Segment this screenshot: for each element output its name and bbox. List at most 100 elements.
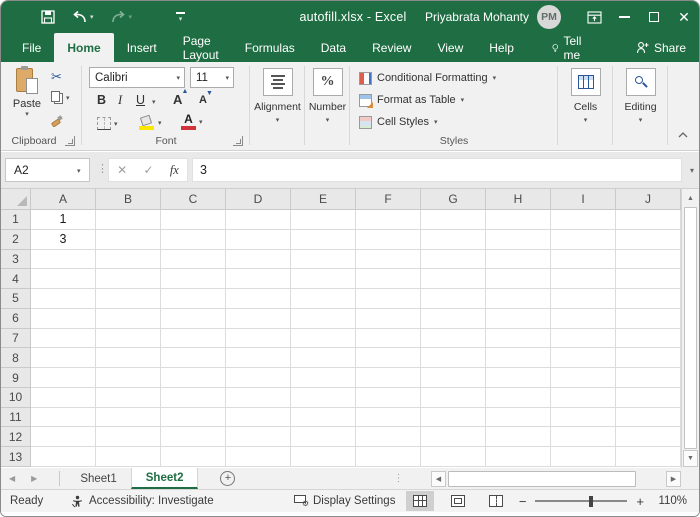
cell-F10[interactable]: [356, 387, 421, 408]
tab-review[interactable]: Review: [359, 33, 424, 62]
font-size-combobox[interactable]: 11 ▾: [190, 67, 234, 88]
page-layout-view-button[interactable]: [444, 491, 472, 511]
cell-E10[interactable]: [291, 387, 356, 408]
cell-J11[interactable]: [616, 407, 681, 428]
cell-F12[interactable]: [356, 427, 421, 448]
cell-E6[interactable]: [291, 308, 356, 329]
cell-A7[interactable]: [31, 328, 96, 349]
column-header-H[interactable]: H: [486, 189, 551, 210]
cell-G13[interactable]: [421, 447, 486, 467]
cell-E5[interactable]: [291, 289, 356, 309]
cell-G9[interactable]: [421, 368, 486, 388]
cell-H9[interactable]: [486, 368, 551, 388]
cell-H11[interactable]: [486, 407, 551, 428]
cell-J3[interactable]: [616, 249, 681, 270]
cell-B1[interactable]: [96, 210, 161, 230]
cell-E3[interactable]: [291, 249, 356, 270]
cell-J10[interactable]: [616, 387, 681, 408]
cell-J1[interactable]: [616, 210, 681, 230]
tab-formulas[interactable]: Formulas: [232, 33, 308, 62]
cell-G2[interactable]: [421, 229, 486, 250]
cell-I12[interactable]: [551, 427, 616, 448]
scroll-down-button[interactable]: ▼: [683, 450, 698, 467]
cell-C13[interactable]: [161, 447, 226, 467]
tab-home[interactable]: Home: [54, 33, 114, 62]
row-header-5[interactable]: 5: [1, 289, 31, 309]
cell-G6[interactable]: [421, 308, 486, 329]
font-family-combobox[interactable]: Calibri ▾: [89, 67, 185, 88]
cell-H8[interactable]: [486, 348, 551, 369]
italic-button[interactable]: I: [118, 93, 122, 108]
row-header-10[interactable]: 10: [1, 387, 31, 408]
cell-A12[interactable]: [31, 427, 96, 448]
cancel-entry-icon[interactable]: ✕: [117, 163, 127, 177]
tab-file[interactable]: File: [9, 33, 54, 62]
conditional-formatting-button[interactable]: Conditional Formatting ▾: [359, 69, 496, 87]
select-all-corner[interactable]: [1, 189, 31, 210]
alignment-group-button[interactable]: Alignment ▾: [251, 62, 304, 151]
cell-D10[interactable]: [226, 387, 291, 408]
row-header-6[interactable]: 6: [1, 308, 31, 329]
cell-H6[interactable]: [486, 308, 551, 329]
cell-I7[interactable]: [551, 328, 616, 349]
cell-F1[interactable]: [356, 210, 421, 230]
cell-E12[interactable]: [291, 427, 356, 448]
cell-B4[interactable]: [96, 269, 161, 290]
chevron-down-icon[interactable]: ▾: [90, 13, 94, 21]
cell-H2[interactable]: [486, 229, 551, 250]
column-header-J[interactable]: J: [616, 189, 681, 210]
cell-F8[interactable]: [356, 348, 421, 369]
cell-B6[interactable]: [96, 308, 161, 329]
zoom-in-button[interactable]: +: [636, 494, 644, 509]
row-header-3[interactable]: 3: [1, 249, 31, 270]
cell-C8[interactable]: [161, 348, 226, 369]
tab-data[interactable]: Data: [308, 33, 359, 62]
cell-A2[interactable]: 3: [31, 229, 96, 250]
cell-F3[interactable]: [356, 249, 421, 270]
borders-button[interactable]: ▾: [97, 117, 118, 130]
cell-C7[interactable]: [161, 328, 226, 349]
cell-F4[interactable]: [356, 269, 421, 290]
cell-D3[interactable]: [226, 249, 291, 270]
cell-D6[interactable]: [226, 308, 291, 329]
format-painter-button[interactable]: [51, 114, 64, 127]
cell-B8[interactable]: [96, 348, 161, 369]
cell-A6[interactable]: [31, 308, 96, 329]
bold-button[interactable]: B: [97, 93, 106, 107]
cell-J7[interactable]: [616, 328, 681, 349]
cell-I5[interactable]: [551, 289, 616, 309]
cell-C10[interactable]: [161, 387, 226, 408]
redo-button[interactable]: ▾: [110, 10, 132, 24]
horizontal-scrollbar-thumb[interactable]: [448, 471, 636, 487]
cell-E7[interactable]: [291, 328, 356, 349]
cell-H5[interactable]: [486, 289, 551, 309]
share-button[interactable]: Share: [625, 33, 697, 62]
cell-G1[interactable]: [421, 210, 486, 230]
maximize-button[interactable]: [639, 1, 669, 33]
row-header-12[interactable]: 12: [1, 427, 31, 448]
cell-J6[interactable]: [616, 308, 681, 329]
cell-J2[interactable]: [616, 229, 681, 250]
font-dialog-launcher[interactable]: [233, 136, 243, 146]
confirm-entry-icon[interactable]: ✓: [143, 163, 153, 177]
cell-F11[interactable]: [356, 407, 421, 428]
format-as-table-button[interactable]: Format as Table ▾: [359, 91, 464, 109]
next-sheet-button[interactable]: ▶: [23, 468, 45, 489]
column-header-I[interactable]: I: [551, 189, 616, 210]
formula-bar-input[interactable]: [192, 158, 682, 182]
zoom-out-button[interactable]: −: [519, 494, 527, 509]
cell-A9[interactable]: [31, 368, 96, 388]
user-name[interactable]: Priyabrata Mohanty: [425, 10, 529, 24]
cell-J9[interactable]: [616, 368, 681, 388]
cell-J4[interactable]: [616, 269, 681, 290]
row-header-9[interactable]: 9: [1, 368, 31, 388]
column-header-A[interactable]: A: [31, 189, 96, 210]
clipboard-dialog-launcher[interactable]: [65, 136, 75, 146]
cell-I6[interactable]: [551, 308, 616, 329]
collapse-ribbon-button[interactable]: [677, 130, 689, 142]
cell-G11[interactable]: [421, 407, 486, 428]
cell-F7[interactable]: [356, 328, 421, 349]
cell-I9[interactable]: [551, 368, 616, 388]
cell-styles-button[interactable]: Cell Styles ▾: [359, 113, 437, 131]
sheet-tab-sheet1[interactable]: Sheet1: [66, 468, 130, 489]
